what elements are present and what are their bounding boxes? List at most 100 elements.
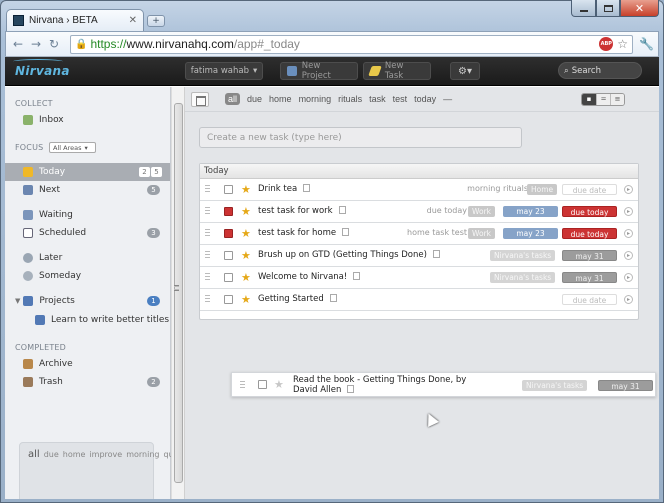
maximize-button[interactable] xyxy=(596,0,620,17)
chevron-right-icon[interactable]: ▸ xyxy=(624,229,633,238)
drag-handle-icon[interactable] xyxy=(205,185,210,194)
user-menu-button[interactable]: fatima wahab ▾ xyxy=(185,62,263,80)
star-icon[interactable]: ★ xyxy=(241,183,251,196)
sidebar-item-waiting[interactable]: Waiting xyxy=(5,206,170,224)
filter-tag[interactable]: test xyxy=(393,94,408,104)
area-tag-pill[interactable]: Work xyxy=(468,228,495,239)
new-task-input[interactable]: Create a new task (type here) xyxy=(199,127,522,148)
task-row[interactable]: ★ test task for work due today Work may 23 du… xyxy=(200,201,638,223)
area-tag-pill[interactable]: Nirvana's tasks xyxy=(522,380,588,391)
sidebar-item-projects[interactable]: ▼ Projects 1 xyxy=(5,292,170,310)
note-icon[interactable] xyxy=(338,206,346,214)
note-icon[interactable] xyxy=(353,272,361,280)
search-input[interactable]: ⌕ Search xyxy=(558,62,642,79)
area-tag-pill[interactable]: Nirvana's tasks xyxy=(490,272,556,283)
task-row[interactable]: ★ Brush up on GTD (Getting Things Done) Ni… xyxy=(200,245,638,267)
chevron-right-icon[interactable]: ▸ xyxy=(624,251,633,260)
due-date-pill[interactable]: due date xyxy=(562,184,617,195)
note-icon[interactable] xyxy=(342,228,350,236)
scheduled-date-pill[interactable]: may 23 xyxy=(503,206,558,217)
tag-link[interactable]: morning xyxy=(126,450,159,459)
sidebar-item-archive[interactable]: Archive xyxy=(5,355,170,373)
drag-handle-icon[interactable] xyxy=(205,251,210,260)
minimize-button[interactable] xyxy=(571,0,596,17)
filter-tag[interactable]: today xyxy=(414,94,436,104)
drag-handle-icon[interactable] xyxy=(205,273,210,282)
calendar-toggle-button[interactable] xyxy=(191,92,209,107)
wrench-menu-icon[interactable]: 🔧 xyxy=(639,37,654,51)
view-mode-button[interactable]: ▪ xyxy=(582,94,596,105)
filter-tag[interactable]: due xyxy=(247,94,262,104)
drag-handle-icon[interactable] xyxy=(205,295,210,304)
area-select[interactable]: All Areas ▾ xyxy=(49,142,96,153)
filter-tag[interactable]: morning xyxy=(299,94,332,104)
filter-tag[interactable]: rituals xyxy=(338,94,362,104)
note-icon[interactable] xyxy=(329,294,337,302)
reload-button[interactable]: ↻ xyxy=(46,36,62,52)
new-task-button[interactable]: New Task xyxy=(363,61,431,81)
area-tag-pill[interactable]: Nirvana's tasks xyxy=(490,250,556,261)
task-checkbox[interactable] xyxy=(224,229,233,238)
filter-tag[interactable]: all xyxy=(225,93,241,105)
back-button[interactable]: ← xyxy=(10,36,26,52)
sidebar-project-item[interactable]: Learn to write better titles xyxy=(5,311,170,329)
due-date-pill[interactable]: may 31 xyxy=(562,272,617,283)
dragging-task-row[interactable]: ★ Read the book - Getting Things Done, b… xyxy=(231,372,656,397)
due-date-pill[interactable]: due today xyxy=(562,206,617,217)
task-row[interactable]: ★ Getting Started due date ▸ xyxy=(200,289,638,311)
sidebar-item-someday[interactable]: Someday xyxy=(5,267,170,285)
drag-handle-icon[interactable] xyxy=(240,381,245,390)
task-row[interactable]: ★ Welcome to Nirvana! Nirvana's tasks may 3… xyxy=(200,267,638,289)
filter-tag[interactable]: task xyxy=(369,94,386,104)
star-icon[interactable]: ★ xyxy=(241,293,251,306)
close-window-button[interactable]: ✕ xyxy=(620,0,659,17)
star-icon[interactable]: ★ xyxy=(241,205,251,218)
filter-tag[interactable]: home xyxy=(269,94,292,104)
task-checkbox[interactable] xyxy=(224,251,233,260)
task-checkbox[interactable] xyxy=(224,295,233,304)
sidebar-item-later[interactable]: Later xyxy=(5,249,170,267)
sidebar-scrollbar[interactable] xyxy=(171,87,185,499)
sidebar-item-next[interactable]: Next 5 xyxy=(5,181,170,199)
settings-button[interactable]: ⚙▾ xyxy=(450,62,480,80)
star-icon[interactable]: ★ xyxy=(274,378,284,391)
chevron-right-icon[interactable]: ▸ xyxy=(624,207,633,216)
adblock-icon[interactable]: ABP xyxy=(599,37,614,51)
tag-link[interactable]: due xyxy=(44,450,59,459)
due-date-pill[interactable]: may 31 xyxy=(562,250,617,261)
tag-link[interactable]: all xyxy=(28,449,40,460)
sidebar-item-today[interactable]: Today 25 xyxy=(5,163,170,181)
sidebar-item-trash[interactable]: Trash 2 xyxy=(5,373,170,391)
due-date-pill[interactable]: due today xyxy=(562,228,617,239)
browser-tab[interactable]: Nirvana › BETA ✕ xyxy=(6,9,144,31)
due-date-pill[interactable]: due date xyxy=(562,294,617,305)
star-icon[interactable]: ★ xyxy=(241,271,251,284)
task-row[interactable]: ★ test task for home home task test Work may… xyxy=(200,223,638,245)
address-bar[interactable]: 🔒 https://www.nirvanahq.com/app#_today A… xyxy=(70,34,634,54)
area-tag-pill[interactable]: Work xyxy=(468,206,495,217)
task-checkbox[interactable] xyxy=(258,380,267,389)
expand-triangle-icon[interactable]: ▼ xyxy=(15,297,20,305)
task-checkbox[interactable] xyxy=(224,185,233,194)
due-date-pill[interactable]: may 31 xyxy=(598,380,653,391)
view-mode-button[interactable]: = xyxy=(596,94,610,105)
chevron-right-icon[interactable]: ▸ xyxy=(624,273,633,282)
scheduled-date-pill[interactable]: may 23 xyxy=(503,228,558,239)
chevron-right-icon[interactable]: ▸ xyxy=(624,185,633,194)
new-project-button[interactable]: New Project xyxy=(280,61,358,81)
tab-close-icon[interactable]: ✕ xyxy=(129,15,137,26)
forward-button[interactable]: → xyxy=(28,36,44,52)
tag-link[interactable]: improve xyxy=(89,450,122,459)
new-tab-button[interactable]: + xyxy=(147,15,165,27)
task-checkbox[interactable] xyxy=(224,273,233,282)
bookmark-star-icon[interactable]: ☆ xyxy=(617,37,628,51)
task-checkbox[interactable] xyxy=(224,207,233,216)
task-row[interactable]: ★ Drink tea morning rituals Home due date ▸ xyxy=(200,179,638,201)
chevron-right-icon[interactable]: ▸ xyxy=(624,295,633,304)
drag-handle-icon[interactable] xyxy=(205,229,210,238)
tag-link[interactable]: home xyxy=(63,450,86,459)
sidebar-item-scheduled[interactable]: Scheduled 3 xyxy=(5,224,170,242)
sidebar-item-inbox[interactable]: Inbox xyxy=(5,111,170,129)
note-icon[interactable] xyxy=(347,385,355,393)
star-icon[interactable]: ★ xyxy=(241,227,251,240)
